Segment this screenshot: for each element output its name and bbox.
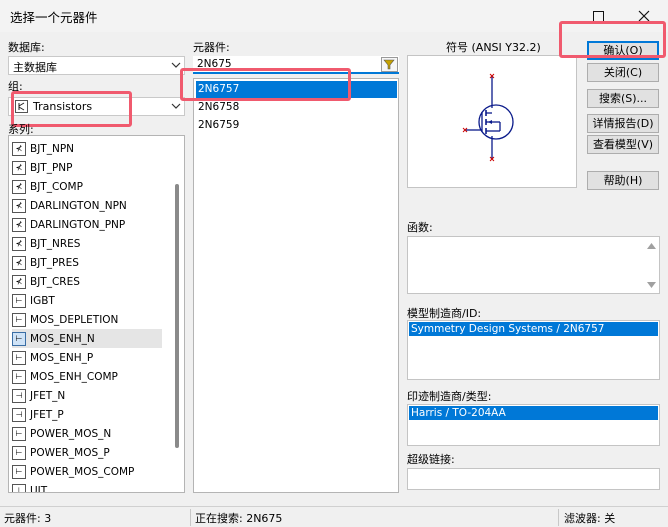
detail-report-button[interactable]: 详情报告(D) — [587, 114, 659, 133]
maximize-icon — [592, 10, 604, 22]
series-item-jfet-n[interactable]: ⊣ JFET_N — [12, 386, 162, 405]
series-item-bjt-nres[interactable]: ⊀ BJT_NRES — [12, 234, 162, 253]
series-item-darlington-pnp[interactable]: ⊀ DARLINGTON_PNP — [12, 215, 162, 234]
symbol-preview — [407, 55, 577, 188]
mos-enh-p-icon: ⊢ — [12, 350, 26, 365]
scroll-down-icon — [647, 282, 656, 288]
nmos-symbol-icon — [462, 73, 514, 162]
series-item-power-mos-p[interactable]: ⊢ POWER_MOS_P — [12, 443, 162, 462]
component-label: 元器件: — [193, 41, 230, 54]
series-item-jfet-p[interactable]: ⊣ JFET_P — [12, 405, 162, 424]
series-item-darlington-npn[interactable]: ⊀ DARLINGTON_NPN — [12, 196, 162, 215]
series-item-igbt[interactable]: ⊢ IGBT — [12, 291, 162, 310]
series-item-bjt-comp[interactable]: ⊀ BJT_COMP — [12, 177, 162, 196]
status-components: 元器件: 3 — [4, 512, 52, 525]
bjt-npn-icon: ⊀ — [12, 141, 26, 156]
footprint-label: 印迹制造商/类型: — [407, 390, 492, 403]
function-label: 函数: — [407, 221, 433, 234]
model-label: 模型制造商/ID: — [407, 307, 482, 320]
ujt-icon: ⊥ — [12, 483, 26, 492]
series-item-power-mos-comp[interactable]: ⊢ POWER_MOS_COMP — [12, 462, 162, 481]
series-item-bjt-pnp[interactable]: ⊀ BJT_PNP — [12, 158, 162, 177]
bjt-pnp-icon: ⊀ — [12, 160, 26, 175]
series-item-mos-depletion[interactable]: ⊢ MOS_DEPLETION — [12, 310, 162, 329]
bjt-cres-icon: ⊀ — [12, 274, 26, 289]
hyperlink-label: 超级链接: — [407, 453, 455, 466]
status-bar: 元器件: 3 正在搜索: 2N675 滤波器: 关 — [0, 506, 668, 527]
database-select[interactable]: 主数据库 — [8, 56, 185, 75]
power-mos-n-icon: ⊢ — [12, 426, 26, 441]
scroll-up-icon — [647, 243, 656, 249]
series-list[interactable]: ⊀ BJT_NPN ⊀ BJT_PNP ⊀ BJT_COMP ⊀ DARLINGTON_… — [8, 135, 185, 493]
function-field[interactable] — [407, 236, 660, 294]
series-item-ujt[interactable]: ⊥ UJT — [12, 481, 162, 492]
series-item-mos-enh-p[interactable]: ⊢ MOS_ENH_P — [12, 348, 162, 367]
database-value: 主数据库 — [13, 61, 57, 74]
filter-icon — [383, 59, 395, 70]
status-separator — [190, 509, 191, 526]
darlington-pnp-icon: ⊀ — [12, 217, 26, 232]
mos-enh-comp-icon: ⊢ — [12, 369, 26, 384]
power-mos-comp-icon: ⊢ — [12, 464, 26, 479]
help-button[interactable]: 帮助(H) — [587, 171, 659, 190]
series-item-power-mos-n[interactable]: ⊢ POWER_MOS_N — [12, 424, 162, 443]
filter-button[interactable] — [381, 57, 398, 72]
window-title: 选择一个元器件 — [10, 10, 98, 25]
series-item-mos-enh-n[interactable]: ⊢ MOS_ENH_N — [12, 329, 162, 348]
footprint-value[interactable]: Harris / TO-204AA — [409, 406, 658, 420]
model-value[interactable]: Symmetry Design Systems / 2N6757 — [409, 322, 658, 336]
chevron-down-icon — [171, 103, 181, 109]
bjt-comp-icon: ⊀ — [12, 179, 26, 194]
status-filter: 滤波器: 关 — [564, 512, 616, 525]
bjt-nres-icon: ⊀ — [12, 236, 26, 251]
hyperlink-field[interactable] — [407, 468, 660, 490]
status-separator — [558, 509, 559, 526]
mos-enh-n-icon: ⊢ — [12, 331, 26, 346]
power-mos-p-icon: ⊢ — [12, 445, 26, 460]
jfet-p-icon: ⊣ — [12, 407, 26, 422]
status-searching: 正在搜索: 2N675 — [195, 512, 283, 525]
series-item-bjt-npn[interactable]: ⊀ BJT_NPN — [12, 139, 162, 158]
series-scrollbar-thumb[interactable] — [175, 184, 179, 448]
series-item-mos-enh-comp[interactable]: ⊢ MOS_ENH_COMP — [12, 367, 162, 386]
component-item-2n6759[interactable]: 2N6759 — [196, 117, 397, 134]
series-item-bjt-cres[interactable]: ⊀ BJT_CRES — [12, 272, 162, 291]
series-item-bjt-pres[interactable]: ⊀ BJT_PRES — [12, 253, 162, 272]
view-model-button[interactable]: 查看模型(V) — [587, 135, 659, 154]
footprint-field[interactable]: Harris / TO-204AA — [407, 404, 660, 446]
component-list[interactable]: 2N6757 2N6758 2N6759 — [193, 78, 399, 493]
darlington-npn-icon: ⊀ — [12, 198, 26, 213]
close-button[interactable]: 关闭(C) — [587, 63, 659, 82]
component-highlight-box — [180, 68, 351, 101]
ok-highlight-box — [559, 21, 666, 58]
symbol-label: 符号 (ANSI Y32.2) — [446, 41, 541, 54]
igbt-icon: ⊢ — [12, 293, 26, 308]
jfet-n-icon: ⊣ — [12, 388, 26, 403]
mos-depletion-icon: ⊢ — [12, 312, 26, 327]
database-label: 数据库: — [8, 41, 45, 54]
bjt-pres-icon: ⊀ — [12, 255, 26, 270]
model-field[interactable]: Symmetry Design Systems / 2N6757 — [407, 320, 660, 380]
component-item-2n6758[interactable]: 2N6758 — [196, 99, 397, 116]
search-button[interactable]: 搜索(S)... — [587, 89, 659, 108]
